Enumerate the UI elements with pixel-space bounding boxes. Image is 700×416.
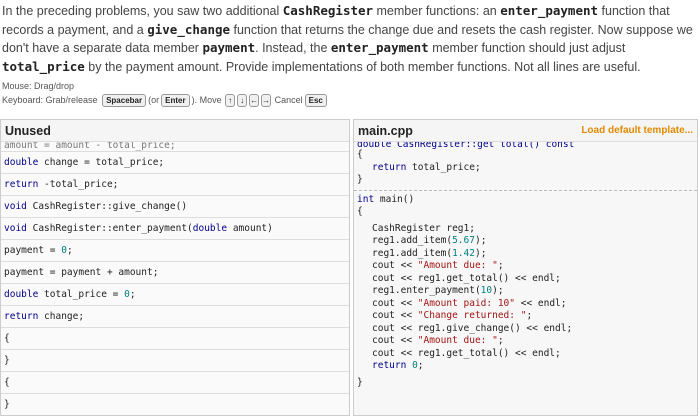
editor-main-signature: int main()	[357, 193, 415, 205]
editor-main-line: reg1.enter_payment(10);	[372, 285, 504, 296]
code-editor[interactable]: double CashRegister::get_total() const {…	[354, 142, 697, 415]
code-block[interactable]: payment = 0;	[1, 240, 349, 262]
editor-main-line: cout << reg1.get_total() << endl;	[372, 347, 561, 359]
code-block[interactable]: void CashRegister::give_change()	[1, 196, 349, 218]
editor-panel: main.cpp Load default template... double…	[353, 119, 698, 416]
editor-header: main.cpp Load default template...	[354, 120, 697, 142]
unused-block-list: amount = amount - total_price; double ch…	[1, 142, 349, 415]
editor-close-brace: }	[357, 174, 363, 185]
code-block[interactable]: return change;	[1, 306, 349, 328]
intro-text-6: member function should just adjust	[428, 41, 626, 56]
arrow-up-icon: ↑	[225, 93, 236, 107]
intro-text-5: . Instead, the	[255, 41, 331, 56]
intro-text-7: by the payment amount. Provide implement…	[84, 59, 641, 74]
editor-main-line: reg1.add_item(5.67);	[372, 235, 487, 246]
code-cashregister: CashRegister	[282, 3, 374, 18]
code-total-price: total_price	[2, 58, 85, 74]
problem-statement: In the preceding problems, you saw two a…	[2, 2, 698, 76]
keyboard-help-row: Keyboard: Grab/release Spacebar (or Ente…	[2, 93, 329, 107]
code-payment: payment	[202, 40, 256, 56]
arrow-left-icon: ←	[249, 93, 260, 107]
keyboard-label: Keyboard: Grab/release	[2, 95, 98, 105]
code-give-change: give_change	[147, 21, 231, 37]
close-paren-text: ).	[191, 95, 198, 105]
code-block[interactable]: {	[1, 328, 349, 350]
editor-main-line: return 0;	[372, 360, 424, 371]
editor-main-line: CashRegister reg1;	[372, 222, 475, 234]
enter-key: Enter	[161, 93, 190, 107]
code-enter-payment: enter_payment	[500, 3, 599, 18]
unused-title: Unused	[5, 123, 51, 138]
arrow-down-icon: ↓	[237, 93, 248, 107]
unused-panel: Unused amount = amount - total_price; do…	[0, 119, 350, 416]
cancel-label: Cancel	[274, 95, 303, 105]
code-block[interactable]: amount = amount - total_price;	[1, 142, 349, 152]
code-enter-payment-2: enter_payment	[330, 40, 429, 56]
editor-title: main.cpp	[358, 123, 413, 138]
editor-main-close: }	[357, 376, 363, 388]
arrow-right-icon: →	[261, 93, 272, 107]
intro-text-1: In the preceding problems, you saw two a…	[2, 4, 283, 18]
mouse-help: Mouse: Drag/drop	[2, 81, 75, 91]
code-block[interactable]: }	[1, 394, 349, 415]
editor-main-line: cout << "Change returned: ";	[372, 310, 533, 321]
editor-main-line: cout << "Amount due: ";	[372, 335, 504, 346]
spacebar-key: Spacebar	[102, 93, 147, 107]
esc-key: Esc	[304, 93, 327, 107]
editor-open-brace: {	[357, 149, 363, 160]
editor-main-line: cout << "Amount paid: 10" << endl;	[372, 297, 567, 309]
code-block[interactable]: void CashRegister::enter_payment(double …	[1, 218, 349, 240]
editor-partial-line: double CashRegister::get_total() const	[357, 142, 575, 149]
move-label: Move	[199, 95, 222, 105]
code-block[interactable]: double change = total_price;	[1, 152, 349, 174]
editor-main-line: cout << reg1.give_change() << endl;	[372, 322, 573, 334]
or-text: (or	[148, 95, 160, 105]
keyboard-help: Mouse: Drag/drop Keyboard: Grab/release …	[2, 79, 329, 107]
code-block[interactable]: {	[1, 372, 349, 394]
editor-return-line: return total_price;	[372, 161, 481, 173]
unused-header: Unused	[1, 120, 349, 142]
drop-slot-divider[interactable]	[354, 189, 697, 191]
editor-main-line: cout << reg1.get_total() << endl;	[372, 272, 561, 284]
editor-main-line: cout << "Amount due: ";	[372, 260, 504, 271]
code-block[interactable]: }	[1, 350, 349, 372]
code-block[interactable]: return -total_price;	[1, 174, 349, 196]
editor-main-line: reg1.add_item(1.42);	[372, 247, 487, 259]
intro-text-2: member functions: an	[373, 4, 501, 18]
load-template-button[interactable]: Load default template...	[581, 125, 693, 136]
code-block[interactable]: double total_price = 0;	[1, 284, 349, 306]
code-block[interactable]: payment = payment + amount;	[1, 262, 349, 284]
editor-main-open: {	[357, 206, 363, 217]
